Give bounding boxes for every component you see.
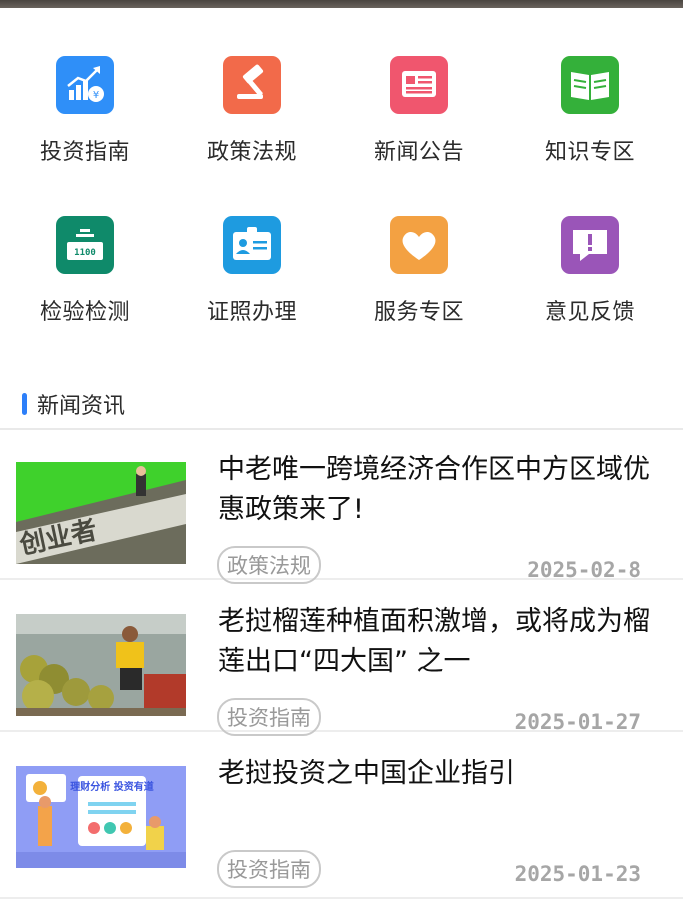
category-label: 意见反馈 [544, 300, 635, 325]
top-image-strip [0, 0, 683, 8]
category-label: 证照办理 [206, 300, 297, 325]
news-title: 老挝投资之中国企业指引 [218, 758, 515, 789]
open-book-icon [561, 56, 619, 114]
category-license-handling[interactable]: 证照办理 [167, 216, 337, 326]
news-thumbnail: 创业者 [16, 462, 186, 564]
news-title: 中老唯一跨境经济合作区中方区域优惠政策来了! [218, 454, 650, 525]
news-title: 老挝榴莲种植面积激增，或将成为榴莲出口“四大国” 之一 [218, 606, 650, 677]
news-tag: 投资指南 [217, 850, 321, 888]
category-feedback[interactable]: 意见反馈 [505, 216, 675, 326]
svg-text:¥: ¥ [93, 90, 99, 101]
svg-text:1100: 1100 [74, 248, 96, 258]
feedback-bubble-icon [561, 216, 619, 274]
category-label: 知识专区 [544, 140, 635, 165]
gavel-icon [223, 56, 281, 114]
news-date: 2025-02-8 [527, 558, 641, 582]
category-inspection-testing[interactable]: 1100 检验检测 [0, 216, 170, 326]
news-tag: 政策法规 [217, 546, 321, 584]
category-news-notice[interactable]: 新闻公告 [334, 56, 504, 166]
category-knowledge-zone[interactable]: 知识专区 [505, 56, 675, 166]
heart-icon [390, 216, 448, 274]
newspaper-icon [390, 56, 448, 114]
category-investment-guide[interactable]: ¥ 投资指南 [0, 56, 170, 166]
category-label: 投资指南 [39, 140, 130, 165]
category-label: 政策法规 [206, 140, 297, 165]
section-header: 新闻资讯 [22, 391, 126, 419]
id-card-icon [223, 216, 281, 274]
news-thumbnail [16, 614, 186, 716]
category-label: 新闻公告 [373, 140, 464, 165]
section-accent-bar [22, 393, 27, 415]
news-item[interactable]: 理财分析 投资有道 老挝投资之中国企业指引 投资指南 2025-01-23 [0, 734, 683, 899]
category-label: 检验检测 [39, 300, 130, 325]
chart-growth-icon: ¥ [56, 56, 114, 114]
news-tag: 投资指南 [217, 698, 321, 736]
thumb-text: 理财分析 投资有道 [70, 780, 153, 793]
category-label: 服务专区 [373, 300, 464, 325]
news-date: 2025-01-27 [514, 710, 641, 734]
category-policy-law[interactable]: 政策法规 [167, 56, 337, 166]
news-date: 2025-01-23 [514, 862, 641, 886]
category-service-zone[interactable]: 服务专区 [334, 216, 504, 326]
news-thumbnail: 理财分析 投资有道 [16, 766, 186, 868]
news-item[interactable]: 创业者 中老唯一跨境经济合作区中方区域优惠政策来了! 政策法规 2025-02-… [0, 430, 683, 584]
news-item[interactable]: 老挝榴莲种植面积激增，或将成为榴莲出口“四大国” 之一 投资指南 2025-01… [0, 582, 683, 736]
scale-icon: 1100 [56, 216, 114, 274]
section-title: 新闻资讯 [37, 394, 126, 419]
